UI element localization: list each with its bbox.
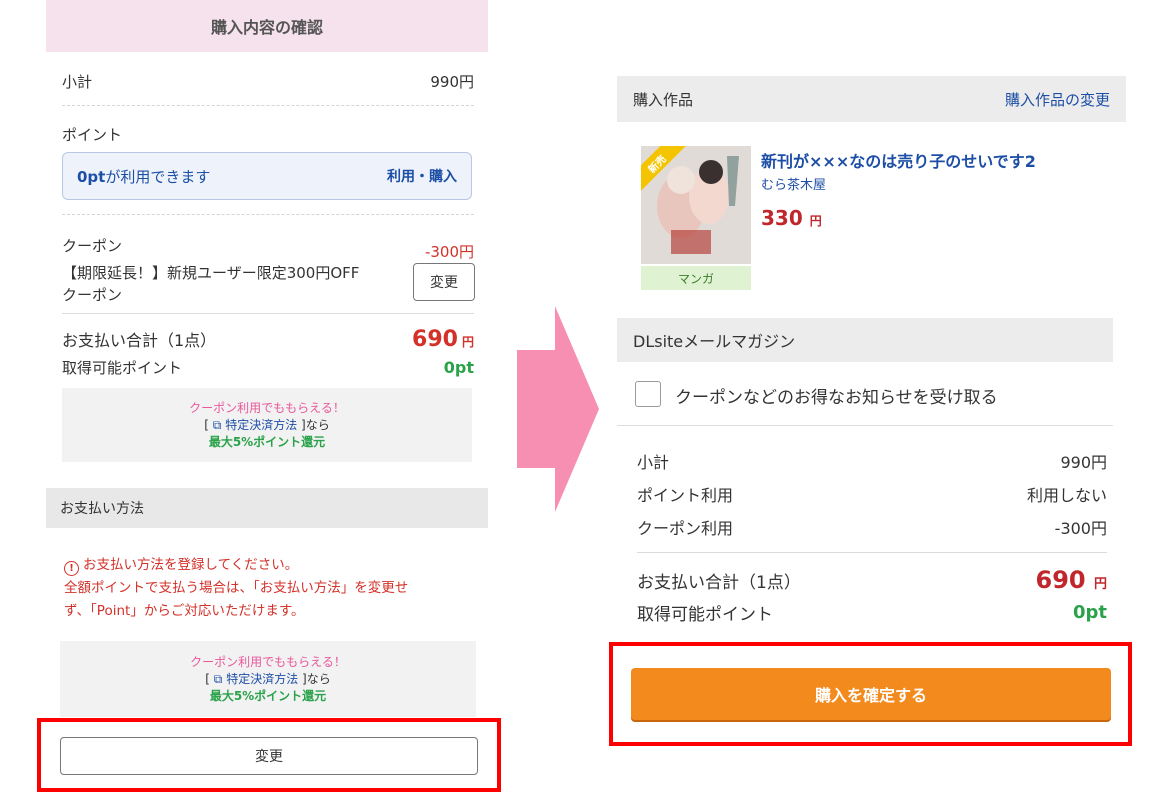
total-value: 690 円 (1035, 566, 1107, 594)
item-price: 330 円 (761, 206, 822, 230)
right-arrow-icon (517, 306, 599, 512)
subtotal-row: 小計 990円 (637, 448, 1107, 474)
coupon-use-row: クーポン利用 -300円 (637, 514, 1107, 540)
payment-method-header: お支払い方法 (46, 488, 488, 528)
divider (62, 214, 474, 215)
promo-method: [ ⧉ 特定決済方法 ]なら (205, 671, 331, 686)
works-label: 購入作品 (633, 90, 694, 109)
divider (637, 552, 1107, 553)
payment-notice: ! お支払い方法を登録してください。 全額ポイントで支払う場合は、「お支払い方法」… (64, 557, 409, 619)
promo-box-2: クーポン利用でももらえる！ [ ⧉ 特定決済方法 ]なら 最大5%ポイント還元 (60, 641, 476, 717)
points-box[interactable]: 0ptが利用できます 利用・購入 (62, 152, 472, 200)
promo-bonus: 最大5%ポイント還元 (208, 434, 326, 449)
subtotal-label: 小計 (62, 72, 93, 91)
points-label: ポイント (62, 126, 123, 144)
mail-magazine-header: DLsiteメールマガジン (617, 318, 1113, 362)
earn-value: 0pt (443, 357, 474, 377)
divider (62, 313, 474, 314)
earn-row: 取得可能ポイント 0pt (62, 354, 474, 380)
earn-row: 取得可能ポイント 0pt (637, 598, 1107, 626)
subtotal-label: 小計 (637, 453, 670, 472)
alert-circle-icon: ! (64, 561, 79, 576)
total-label: お支払い合計（1点） (637, 572, 801, 593)
special-payment-link[interactable]: 特定決済方法 (225, 418, 297, 432)
total-value: 690 円 (412, 326, 474, 352)
divider (62, 105, 474, 106)
subtotal-value: 990円 (430, 72, 474, 91)
subtotal-value: 990円 (1060, 453, 1107, 472)
special-payment-link[interactable]: 特定決済方法 (226, 672, 298, 686)
external-link-icon: ⧉ (213, 671, 223, 686)
item-title[interactable]: 新刊が×××なのは売り子のせいです2 (761, 148, 1036, 172)
total-label: お支払い合計（1点） (62, 331, 217, 350)
purchase-works-header: 購入作品 購入作品の変更 (617, 76, 1126, 122)
item-cover[interactable]: 新売 (641, 146, 751, 264)
total-row: お支払い合計（1点） 690 円 (62, 324, 474, 354)
point-use-value: 利用しない (1026, 486, 1107, 505)
subtotal-row: 小計 990円 (62, 68, 474, 94)
promo-caption: クーポン利用でももらえる！ (189, 400, 345, 415)
coupon-use-value: -300円 (1054, 519, 1107, 538)
promo-method: [ ⧉ 特定決済方法 ]なら (204, 417, 330, 432)
item-circle[interactable]: むら茶木屋 (761, 174, 826, 193)
coupon-value: -300円 (424, 243, 474, 261)
change-works-link[interactable]: 購入作品の変更 (1005, 89, 1110, 110)
coupon-use-label: クーポン利用 (637, 519, 734, 538)
coupon-row: クーポン -300円 (62, 234, 474, 261)
point-use-label: ポイント利用 (637, 486, 734, 505)
earn-value: 0pt (1072, 601, 1107, 623)
coupon-label: クーポン (62, 237, 123, 255)
points-use-purchase-link[interactable]: 利用・購入 (387, 166, 457, 186)
left-checkout-panel: 購入内容の確認 小計 990円 ポイント 0ptが利用できます 利用・購入 クー… (46, 0, 488, 800)
highlight-box-right (609, 642, 1132, 746)
earn-label: 取得可能ポイント (637, 604, 773, 625)
points-available: 0ptが利用できます (77, 167, 211, 186)
highlight-box-left (37, 718, 501, 792)
promo-box: クーポン利用でももらえる！ [ ⧉ 特定決済方法 ]なら 最大5%ポイント還元 (62, 388, 472, 462)
coupon-change-button[interactable]: 変更 (413, 263, 475, 301)
magazine-opt-in-label[interactable]: クーポンなどのお得なお知らせを受け取る (675, 383, 998, 408)
earn-label: 取得可能ポイント (62, 358, 183, 377)
checkbox-icon[interactable] (635, 381, 661, 407)
point-use-row: ポイント利用 利用しない (637, 481, 1107, 507)
page-title: 購入内容の確認 (46, 0, 488, 52)
total-row: お支払い合計（1点） 690 円 (637, 564, 1107, 596)
genre-tag: マンガ (641, 266, 751, 290)
external-link-icon: ⧉ (212, 417, 222, 432)
divider (617, 425, 1113, 426)
promo-bonus: 最大5%ポイント還元 (209, 688, 327, 703)
promo-caption: クーポン利用でももらえる！ (190, 654, 346, 669)
coupon-name: 【期限延長！】新規ユーザー限定300円OFF クーポン (62, 264, 360, 304)
